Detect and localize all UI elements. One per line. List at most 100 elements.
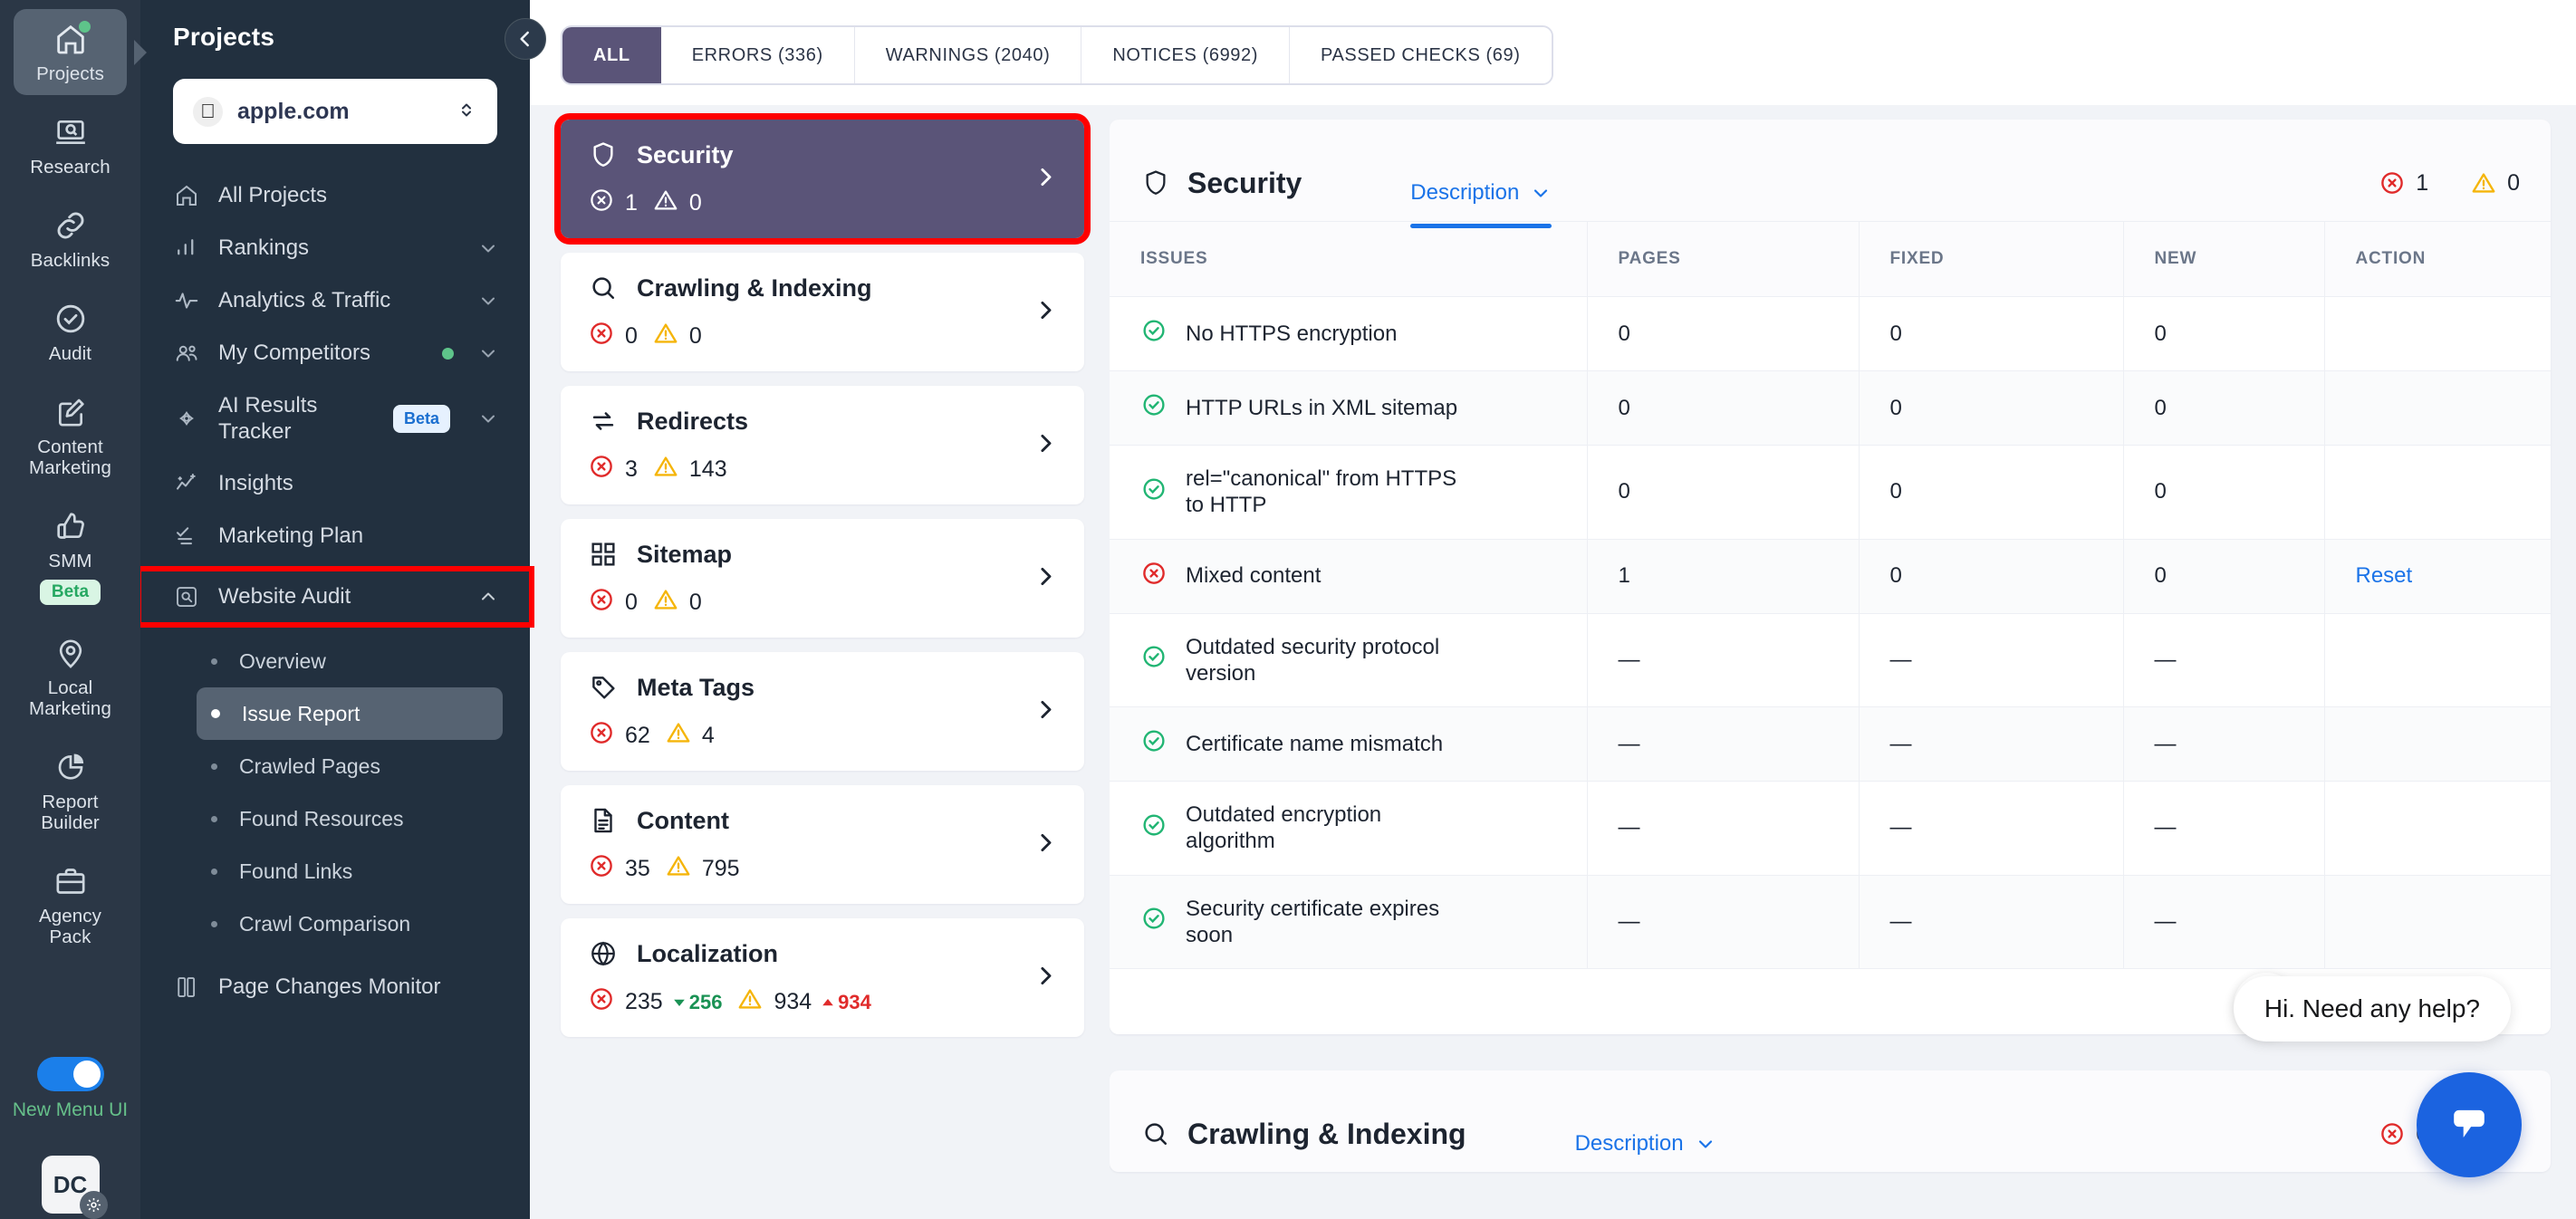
error-icon bbox=[588, 453, 615, 486]
table-row[interactable]: Security certificate expires soon — — — bbox=[1110, 875, 2551, 970]
sidebar-item-my-competitors[interactable]: My Competitors bbox=[140, 327, 530, 379]
rail-item-projects[interactable]: Projects bbox=[14, 9, 127, 95]
rail-item-label: Research bbox=[30, 157, 111, 178]
cell-fixed: — bbox=[1858, 875, 2123, 970]
sidebar-item-insights[interactable]: Insights bbox=[140, 457, 530, 510]
thumbs-up-icon bbox=[53, 508, 89, 544]
category-card-redirects[interactable]: Redirects 3 143 bbox=[561, 386, 1084, 504]
chevron-updown-icon bbox=[456, 99, 477, 125]
issue-name: Certificate name mismatch bbox=[1186, 731, 1444, 756]
tab-passed-checks[interactable]: PASSED CHECKS (69) bbox=[1290, 27, 1552, 83]
rail-item-content-marketing[interactable]: Content Marketing bbox=[14, 382, 127, 489]
sidebar-subitem-overview[interactable]: Overview bbox=[197, 635, 503, 687]
rail-item-backlinks[interactable]: Backlinks bbox=[14, 196, 127, 282]
table-row[interactable]: rel="canonical" from HTTPS to HTTP 0 0 0 bbox=[1110, 445, 2551, 540]
table-row[interactable]: No HTTPS encryption 0 0 0 bbox=[1110, 296, 2551, 371]
collapse-sidebar-button[interactable] bbox=[505, 18, 546, 60]
sidebar-item-page-changes-monitor[interactable]: Page Changes Monitor bbox=[140, 961, 530, 1013]
cell-fixed: — bbox=[1858, 706, 2123, 782]
table-row[interactable]: Outdated security protocol version — — — bbox=[1110, 613, 2551, 708]
checklist-icon bbox=[173, 523, 200, 550]
description-tab[interactable]: Description bbox=[1575, 1096, 1716, 1172]
chevron-down-icon bbox=[477, 290, 499, 312]
rail-item-audit[interactable]: Audit bbox=[14, 289, 127, 375]
table-row[interactable]: Mixed content 1 0 0 Reset bbox=[1110, 539, 2551, 614]
icon-rail: Projects Research Backlinks Audit Conten bbox=[0, 0, 140, 1219]
chat-bubble-icon bbox=[2454, 1109, 2485, 1137]
home-outline-icon bbox=[173, 182, 200, 209]
category-name: Localization bbox=[637, 939, 779, 967]
avatar-wrapper[interactable]: DC bbox=[41, 1156, 108, 1219]
rail-item-smm[interactable]: SMM Beta bbox=[14, 496, 127, 616]
cell-pages: — bbox=[1586, 613, 1859, 708]
cell-action bbox=[2323, 370, 2551, 446]
category-card-meta-tags[interactable]: Meta Tags 62 4 bbox=[561, 652, 1084, 771]
warning-stat: 795 bbox=[665, 852, 740, 886]
cell-new: — bbox=[2122, 875, 2324, 970]
bullet-icon bbox=[211, 657, 217, 665]
warning-count: 934 bbox=[774, 989, 812, 1014]
error-icon bbox=[588, 985, 615, 1019]
reset-link[interactable]: Reset bbox=[2356, 563, 2413, 588]
cell-pages: 1 bbox=[1586, 539, 1859, 614]
tab-all[interactable]: ALL bbox=[562, 27, 661, 83]
warning-stat: 4 bbox=[665, 719, 715, 753]
category-card-content[interactable]: Content 35 795 bbox=[561, 785, 1084, 904]
sparkline-icon bbox=[173, 470, 200, 497]
tag-icon bbox=[588, 672, 619, 703]
bullet-icon bbox=[211, 920, 217, 927]
category-card-sitemap[interactable]: Sitemap 0 0 bbox=[561, 519, 1084, 638]
warning-icon bbox=[652, 586, 679, 619]
sidebar-subitem-label: Crawl Comparison bbox=[239, 911, 411, 936]
beta-badge: Beta bbox=[39, 580, 101, 605]
error-icon bbox=[2381, 1123, 2403, 1145]
cell-pages: — bbox=[1586, 875, 1859, 970]
rail-item-report-builder[interactable]: Report Builder bbox=[14, 737, 127, 844]
sidebar-subitem-found-resources[interactable]: Found Resources bbox=[197, 792, 503, 845]
category-card-localization[interactable]: Localization 235 256 934 934 bbox=[561, 918, 1084, 1037]
issue-name: Security certificate expires soon bbox=[1186, 896, 1440, 947]
sidebar-item-label: Rankings bbox=[218, 235, 310, 261]
sidebar-item-marketing-plan[interactable]: Marketing Plan bbox=[140, 510, 530, 562]
sidebar-item-rankings[interactable]: Rankings bbox=[140, 222, 530, 274]
table-row[interactable]: Outdated encryption algorithm — — — bbox=[1110, 781, 2551, 876]
table-row[interactable]: Certificate name mismatch — — — bbox=[1110, 706, 2551, 782]
sidebar-item-analytics-traffic[interactable]: Analytics & Traffic bbox=[140, 274, 530, 327]
check-circle-icon bbox=[53, 301, 89, 337]
rail-item-agency-pack[interactable]: Agency Pack bbox=[14, 851, 127, 958]
redirect-icon bbox=[588, 406, 619, 437]
bullet-icon bbox=[211, 763, 217, 770]
project-selector[interactable]:  apple.com bbox=[173, 79, 497, 144]
rail-item-label: Content Marketing bbox=[29, 437, 111, 478]
table-body: No HTTPS encryption 0 0 0 HTTP URLs in X… bbox=[1110, 296, 2551, 970]
sidebar-item-website-audit[interactable]: Website Audit bbox=[136, 566, 534, 628]
cell-fixed: 0 bbox=[1858, 296, 2123, 371]
gear-icon[interactable] bbox=[79, 1191, 108, 1219]
sidebar-item-all-projects[interactable]: All Projects bbox=[140, 169, 530, 222]
new-menu-ui-toggle[interactable] bbox=[36, 1057, 104, 1091]
sidebar-subitem-issue-report[interactable]: Issue Report bbox=[197, 687, 503, 740]
description-tab[interactable]: Description bbox=[1410, 145, 1552, 228]
cell-action bbox=[2323, 875, 2551, 970]
category-card-security[interactable]: Security 1 0 bbox=[554, 113, 1091, 245]
sidebar-subitem-crawl-comparison[interactable]: Crawl Comparison bbox=[197, 897, 503, 950]
table-row[interactable]: HTTP URLs in XML sitemap 0 0 0 bbox=[1110, 370, 2551, 446]
rail-item-label: Local Marketing bbox=[29, 677, 111, 719]
rail-item-research[interactable]: Research bbox=[14, 102, 127, 188]
sidebar-subitem-found-links[interactable]: Found Links bbox=[197, 845, 503, 897]
tab-warnings[interactable]: WARNINGS (2040) bbox=[854, 27, 1082, 83]
apple-logo-icon:  bbox=[193, 96, 223, 127]
rail-item-local-marketing[interactable]: Local Marketing bbox=[14, 623, 127, 730]
cell-pages: — bbox=[1586, 781, 1859, 876]
pulse-icon bbox=[173, 287, 200, 314]
users-icon bbox=[173, 340, 200, 367]
category-card-crawling-indexing[interactable]: Crawling & Indexing 0 0 bbox=[561, 253, 1084, 371]
sidebar-item-ai-results-tracker[interactable]: AI Results Tracker Beta bbox=[140, 379, 530, 457]
category-header: Crawling & Indexing bbox=[588, 273, 1057, 303]
sidebar-subitem-crawled-pages[interactable]: Crawled Pages bbox=[197, 740, 503, 792]
tab-notices[interactable]: NOTICES (6992) bbox=[1081, 27, 1291, 83]
tab-errors[interactable]: ERRORS (336) bbox=[660, 27, 855, 83]
chat-greeting-bubble[interactable]: Hi. Need any help? bbox=[2233, 976, 2511, 1041]
error-stat: 235 256 bbox=[588, 985, 722, 1019]
chat-launcher-button[interactable] bbox=[2417, 1072, 2522, 1177]
